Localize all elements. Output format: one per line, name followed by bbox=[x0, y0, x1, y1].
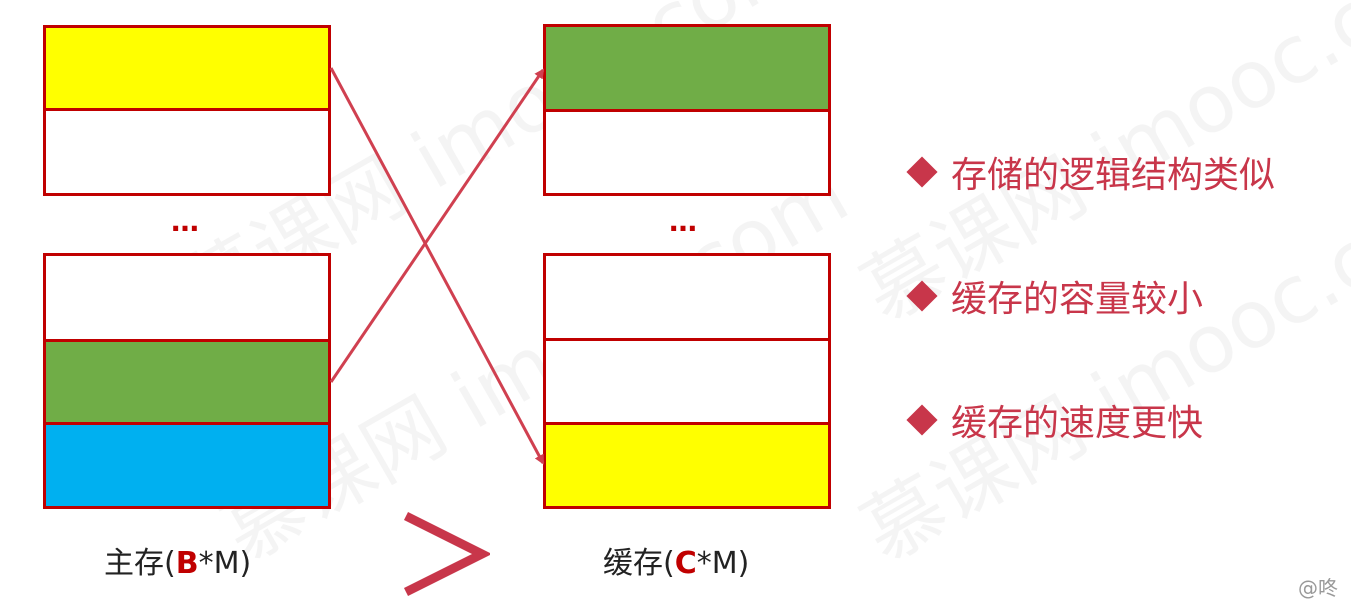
diamond-bullet-icon bbox=[906, 156, 938, 188]
bullet-item-1: 存储的逻辑结构类似 bbox=[905, 110, 1275, 234]
diamond-bullet-icon bbox=[906, 280, 938, 312]
greater-than-symbol bbox=[403, 511, 490, 597]
diamond-bullet-icon bbox=[906, 404, 938, 436]
arrow-yellow-to-cache bbox=[329, 67, 545, 465]
bullet-text-3: 缓存的速度更快 bbox=[951, 403, 1204, 444]
bullet-text-1: 存储的逻辑结构类似 bbox=[951, 155, 1276, 196]
bullet-text-2: 缓存的容量较小 bbox=[951, 279, 1204, 320]
bullet-item-3: 缓存的速度更快 bbox=[905, 358, 1275, 482]
bullet-item-2: 缓存的容量较小 bbox=[905, 234, 1275, 358]
footer-mark: @咚 bbox=[1298, 576, 1338, 600]
bullet-list: 存储的逻辑结构类似 缓存的容量较小 缓存的速度更快 bbox=[905, 110, 1275, 482]
arrow-green-to-cache bbox=[329, 68, 545, 383]
